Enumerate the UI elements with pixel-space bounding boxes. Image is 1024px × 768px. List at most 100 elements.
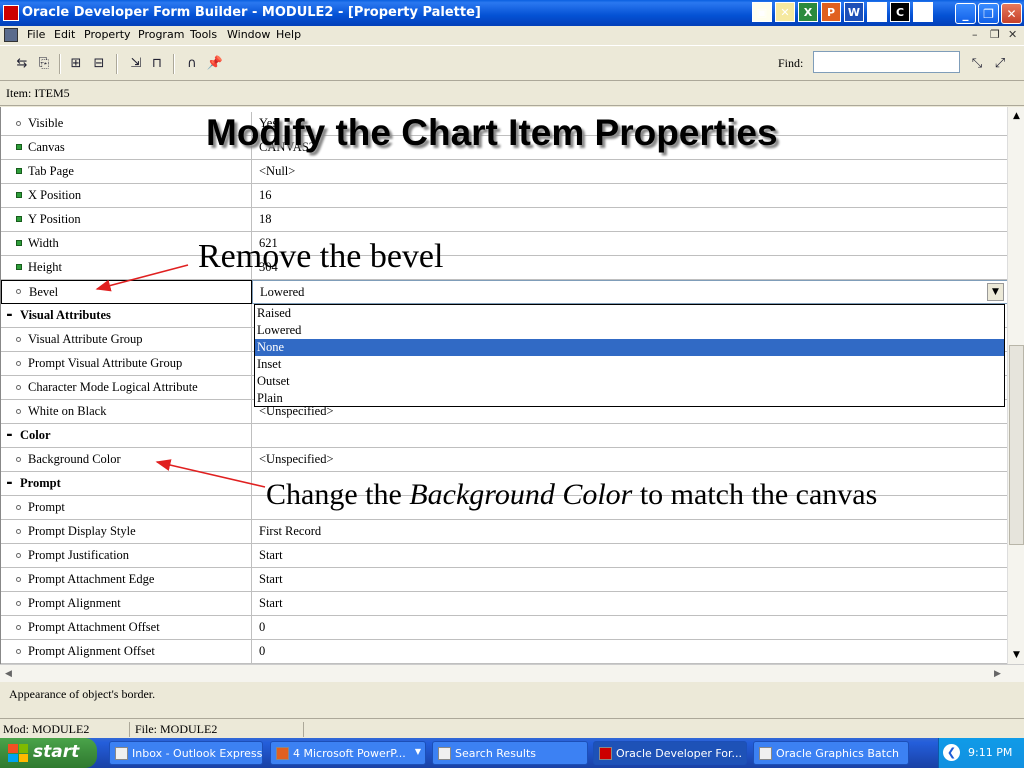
bevel-dropdown-list[interactable]: Raised Lowered None Inset Outset Plain [254, 304, 1005, 407]
property-row[interactable]: Y Position 18 [1, 208, 1007, 232]
property-name[interactable]: Prompt [1, 496, 252, 520]
task-oracle-developer[interactable]: Oracle Developer For... [593, 741, 747, 765]
add-property-icon[interactable]: ⊞ [67, 54, 85, 72]
property-row[interactable]: X Position 16 [1, 184, 1007, 208]
property-name[interactable]: Prompt Visual Attribute Group [1, 352, 252, 376]
property-row[interactable]: Prompt Display Style First Record [1, 520, 1007, 544]
close-button[interactable]: ✕ [1001, 3, 1022, 24]
property-row[interactable]: Prompt Alignment Offset 0 [1, 640, 1007, 664]
intersection-icon[interactable]: ∩ [183, 54, 201, 72]
property-value[interactable]: 16 [252, 184, 1007, 208]
menu-program[interactable]: Program [138, 28, 184, 41]
excel-icon[interactable]: X [798, 2, 818, 22]
property-name[interactable]: Background Color [1, 448, 252, 472]
command-prompt-icon[interactable]: C [890, 2, 910, 22]
app-shortcut-icon[interactable]: ▣ [752, 2, 772, 22]
union-icon[interactable]: ⊓ [148, 54, 166, 72]
property-name[interactable]: Prompt Alignment Offset [1, 640, 252, 664]
property-name[interactable]: Visual Attributes [1, 304, 252, 328]
property-name[interactable]: Y Position [1, 208, 252, 232]
property-name[interactable]: Prompt Attachment Offset [1, 616, 252, 640]
property-value[interactable]: Start [252, 592, 1007, 616]
property-name[interactable]: Tab Page [1, 160, 252, 184]
property-section[interactable]: ▬ Color [1, 424, 1007, 448]
property-name[interactable]: White on Black [1, 400, 252, 424]
powerpoint-icon[interactable]: P [821, 2, 841, 22]
freeze-pin-icon[interactable]: 📌 [206, 54, 224, 72]
menu-window[interactable]: Window [227, 28, 270, 41]
vertical-scrollbar[interactable]: ▲ ▼ [1007, 107, 1024, 664]
task-powerpoint-group[interactable]: 4 Microsoft PowerP... ▼ [270, 741, 426, 765]
task-search-results[interactable]: Search Results [432, 741, 588, 765]
property-name[interactable]: Prompt Attachment Edge [1, 568, 252, 592]
paste-properties-icon[interactable]: ⎘ [35, 54, 53, 72]
scroll-left-button[interactable]: ◀ [1, 666, 16, 681]
menu-help[interactable]: Help [276, 28, 301, 41]
scroll-right-button[interactable]: ▶ [990, 666, 1005, 681]
scroll-thumb[interactable] [1009, 345, 1024, 545]
scroll-down-button[interactable]: ▼ [1009, 647, 1024, 662]
property-name[interactable]: X Position [1, 184, 252, 208]
property-name[interactable]: Visual Attribute Group [1, 328, 252, 352]
start-button[interactable]: start [0, 738, 97, 768]
app-shortcut-icon[interactable]: ✕ [775, 2, 795, 22]
bevel-option[interactable]: Raised [255, 305, 1004, 322]
property-name[interactable]: Color [1, 424, 252, 448]
property-row[interactable]: Bevel Lowered ▼ [1, 280, 1007, 304]
show-hidden-icons-button[interactable]: ❮ [943, 744, 960, 761]
find-input[interactable] [813, 51, 960, 73]
property-row[interactable]: Tab Page <Null> [1, 160, 1007, 184]
bevel-option[interactable]: None [255, 339, 1004, 356]
property-value[interactable]: First Record [252, 520, 1007, 544]
property-value[interactable]: Start [252, 568, 1007, 592]
property-name[interactable]: Prompt Justification [1, 544, 252, 568]
property-row[interactable]: Prompt Attachment Offset 0 [1, 616, 1007, 640]
property-row[interactable]: Width 621 [1, 232, 1007, 256]
scroll-up-button[interactable]: ▲ [1009, 108, 1024, 123]
mdi-minimize-button[interactable]: – [972, 28, 978, 41]
menu-property[interactable]: Property [84, 28, 131, 41]
notepad-icon[interactable]: ✎ [867, 2, 887, 22]
document-icon[interactable] [4, 28, 18, 42]
forward-icon[interactable]: ⤢ [991, 54, 1009, 72]
property-row[interactable]: Background Color <Unspecified> [1, 448, 1007, 472]
word-icon[interactable]: W [844, 2, 864, 22]
menu-edit[interactable]: Edit [54, 28, 75, 41]
minimize-button[interactable]: _ [955, 3, 976, 24]
property-row[interactable]: Prompt Alignment Start [1, 592, 1007, 616]
property-value[interactable] [252, 424, 1007, 448]
inherit-icon[interactable]: ⇲ [127, 54, 145, 72]
task-oracle-graphics-batch[interactable]: Oracle Graphics Batch [753, 741, 909, 765]
delete-property-icon[interactable]: ⊟ [90, 54, 108, 72]
back-icon[interactable]: ⤡ [968, 54, 986, 72]
property-row[interactable]: Prompt Attachment Edge Start [1, 568, 1007, 592]
property-name[interactable]: Bevel [1, 280, 252, 304]
property-name[interactable]: Character Mode Logical Attribute [1, 376, 252, 400]
horizontal-scrollbar[interactable]: ◀ ▶ [0, 664, 1024, 682]
menu-file[interactable]: File [27, 28, 45, 41]
property-row[interactable]: Prompt Justification Start [1, 544, 1007, 568]
property-value[interactable]: <Null> [252, 160, 1007, 184]
property-value[interactable]: 0 [252, 616, 1007, 640]
property-row[interactable]: Height 304 [1, 256, 1007, 280]
property-value[interactable]: 0 [252, 640, 1007, 664]
dropdown-arrow-icon[interactable]: ▼ [987, 283, 1004, 301]
maximize-button[interactable]: ❐ [978, 3, 999, 24]
property-value[interactable]: Start [252, 544, 1007, 568]
property-value[interactable]: <Unspecified> [252, 448, 1007, 472]
mdi-restore-button[interactable]: ❐ [990, 28, 1000, 41]
property-name[interactable]: Prompt [1, 472, 252, 496]
bevel-option[interactable]: Plain [255, 390, 1004, 407]
mdi-close-button[interactable]: ✕ [1008, 28, 1017, 41]
bevel-select[interactable]: Lowered ▼ [252, 280, 1007, 304]
property-value[interactable]: 18 [252, 208, 1007, 232]
menu-tools[interactable]: Tools [190, 28, 217, 41]
task-outlook-express[interactable]: Inbox - Outlook Express [109, 741, 263, 765]
bevel-option[interactable]: Outset [255, 373, 1004, 390]
paint-icon[interactable]: ✐ [913, 2, 933, 22]
bevel-option[interactable]: Lowered [255, 322, 1004, 339]
title-bar[interactable]: Oracle Developer Form Builder - MODULE2 … [0, 0, 1024, 26]
bevel-option[interactable]: Inset [255, 356, 1004, 373]
copy-properties-icon[interactable]: ⇆ [13, 54, 31, 72]
property-name[interactable]: Prompt Display Style [1, 520, 252, 544]
